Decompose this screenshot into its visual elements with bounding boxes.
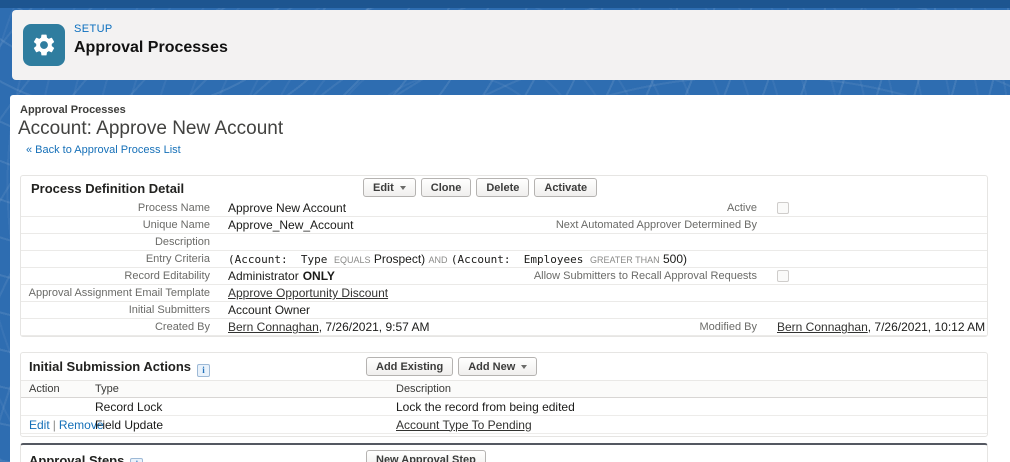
column-header-action: Action	[21, 380, 87, 398]
criteria-field-ref: (Account: Employees	[450, 253, 590, 266]
detail-row-unique-name: Unique Name Approve_New_Account Next Aut…	[21, 217, 987, 234]
breadcrumb: Approval Processes	[20, 104, 126, 116]
add-new-button[interactable]: Add New	[458, 357, 538, 376]
field-label-process-name: Process Name	[137, 202, 210, 214]
delete-button-label: Delete	[486, 181, 520, 194]
type-cell: Record Lock	[87, 397, 388, 416]
criteria-operator: GREATER THAN	[589, 255, 660, 265]
clone-button-label: Clone	[430, 181, 462, 194]
delete-button[interactable]: Delete	[476, 178, 530, 197]
field-label-created-by: Created By	[154, 321, 210, 333]
add-existing-label: Add Existing	[376, 360, 444, 373]
clone-button[interactable]: Clone	[420, 178, 472, 197]
link-separator: |	[52, 417, 56, 432]
field-label-next-automated-approver: Next Automated Approver Determined By	[555, 219, 757, 231]
description-cell: Lock the record from being edited	[388, 397, 987, 416]
field-value-created-by: Bern Connaghan, 7/26/2021, 9:57 AM	[219, 319, 499, 335]
info-icon[interactable]: i	[130, 458, 144, 462]
active-checkbox	[777, 202, 789, 214]
field-value-initial-submitters: Account Owner	[228, 303, 311, 317]
field-label-entry-criteria: Entry Criteria	[145, 253, 210, 265]
email-template-link[interactable]: Approve Opportunity Discount	[228, 286, 388, 300]
info-icon[interactable]: i	[197, 364, 211, 377]
record-editability-only: ONLY	[302, 269, 335, 283]
criteria-conjunction: AND	[428, 255, 448, 265]
criteria-value: Prospect)	[370, 252, 429, 266]
table-row-record-lock: Record Lock Lock the record from being e…	[21, 397, 987, 416]
description-cell: Account Type To Pending	[388, 415, 987, 434]
criteria-field-ref: (Account: Type	[228, 253, 334, 266]
chevron-down-icon	[521, 364, 528, 369]
modified-by-datetime: , 7/26/2021, 10:12 AM	[867, 320, 986, 334]
type-cell: Field Update	[87, 415, 388, 434]
new-approval-step-button[interactable]: New Approval Step	[366, 450, 486, 462]
record-editability-text: Administrator	[228, 269, 299, 283]
detail-row-process-name: Process Name Approve New Account Active	[21, 200, 987, 217]
field-label-active: Active	[727, 202, 757, 214]
field-value-unique-name: Approve_New_Account	[228, 218, 354, 232]
activate-button-label: Activate	[544, 181, 588, 194]
edit-row-link[interactable]: Edit	[29, 418, 50, 432]
field-value-entry-criteria: (Account: Type EQUALS Prospect) AND (Acc…	[219, 251, 987, 267]
section-title: Approval Steps	[29, 453, 125, 462]
detail-row-initial-submitters: Initial Submitters Account Owner	[21, 302, 987, 319]
modified-by-user-link[interactable]: Bern Connaghan	[777, 320, 868, 334]
setup-header: SETUP Approval Processes	[12, 10, 1010, 80]
browser-top-strip	[0, 0, 1010, 8]
detail-row-email-template: Approval Assignment Email Template Appro…	[21, 285, 987, 302]
section-title: Process Definition Detail	[31, 181, 185, 196]
table-header-row: Action Type Description	[21, 380, 987, 398]
detail-row-created-by: Created By Bern Connaghan, 7/26/2021, 9:…	[21, 319, 987, 336]
section-title: Initial Submission Actions	[29, 359, 192, 374]
field-label-record-editability: Record Editability	[124, 270, 210, 282]
field-value-next-automated-approver	[757, 217, 987, 233]
add-new-label: Add New	[468, 360, 516, 373]
setup-eyebrow: SETUP	[74, 23, 113, 35]
new-approval-step-label: New Approval Step	[376, 453, 476, 462]
activate-button[interactable]: Activate	[534, 178, 598, 197]
criteria-operator: EQUALS	[333, 255, 371, 265]
edit-button-label: Edit	[373, 181, 394, 194]
action-cell: Edit | Remove	[21, 415, 104, 434]
chevron-down-icon	[399, 185, 406, 190]
field-label-initial-submitters: Initial Submitters	[128, 304, 210, 316]
detail-row-description: Description	[21, 234, 987, 251]
field-label-description: Description	[154, 236, 210, 248]
field-label-modified-by: Modified By	[699, 321, 757, 333]
field-value-description	[219, 234, 987, 250]
created-by-user-link[interactable]: Bern Connaghan	[228, 320, 319, 334]
field-label-unique-name: Unique Name	[142, 219, 210, 231]
setup-title: Approval Processes	[74, 39, 228, 56]
allow-recall-checkbox	[777, 270, 789, 282]
field-value-process-name: Approve New Account	[228, 201, 347, 215]
field-update-link[interactable]: Account Type To Pending	[396, 418, 532, 432]
field-label-allow-recall: Allow Submitters to Recall Approval Requ…	[533, 270, 757, 282]
detail-row-entry-criteria: Entry Criteria (Account: Type EQUALS Pro…	[21, 251, 987, 268]
field-value-modified-by: Bern Connaghan, 7/26/2021, 10:12 AM	[757, 319, 987, 335]
process-definition-detail-section: Process Definition Detail Edit Clone Del…	[20, 175, 988, 337]
initial-submission-actions-section: Initial Submission Actions i Add Existing…	[20, 352, 988, 437]
salesforce-setup-window: SETUP Approval Processes Approval Proces…	[0, 0, 1010, 462]
field-label-email-template: Approval Assignment Email Template	[28, 287, 210, 299]
approval-steps-section: Approval Steps i New Approval Step	[20, 443, 988, 462]
column-header-description: Description	[388, 380, 987, 398]
table-row-field-update: Edit | Remove Field Update Account Type To…	[21, 415, 987, 434]
add-existing-button[interactable]: Add Existing	[366, 357, 454, 376]
initial-actions-table: Action Type Description Record Lock Lock…	[21, 380, 987, 434]
action-cell	[21, 397, 87, 416]
detail-row-record-editability: Record Editability Administrator ONLY All…	[21, 268, 987, 285]
setup-gear-icon	[23, 24, 65, 66]
content-panel: Approval Processes Account: Approve New …	[10, 95, 1010, 462]
column-header-type: Type	[87, 380, 388, 398]
criteria-value: 500)	[659, 252, 687, 266]
page-title: Account: Approve New Account	[18, 118, 284, 139]
back-to-list-link[interactable]: « Back to Approval Process List	[26, 144, 181, 156]
field-value-record-editability: Administrator ONLY	[219, 268, 499, 284]
created-by-datetime: , 7/26/2021, 9:57 AM	[318, 320, 430, 334]
edit-button[interactable]: Edit	[363, 178, 416, 197]
